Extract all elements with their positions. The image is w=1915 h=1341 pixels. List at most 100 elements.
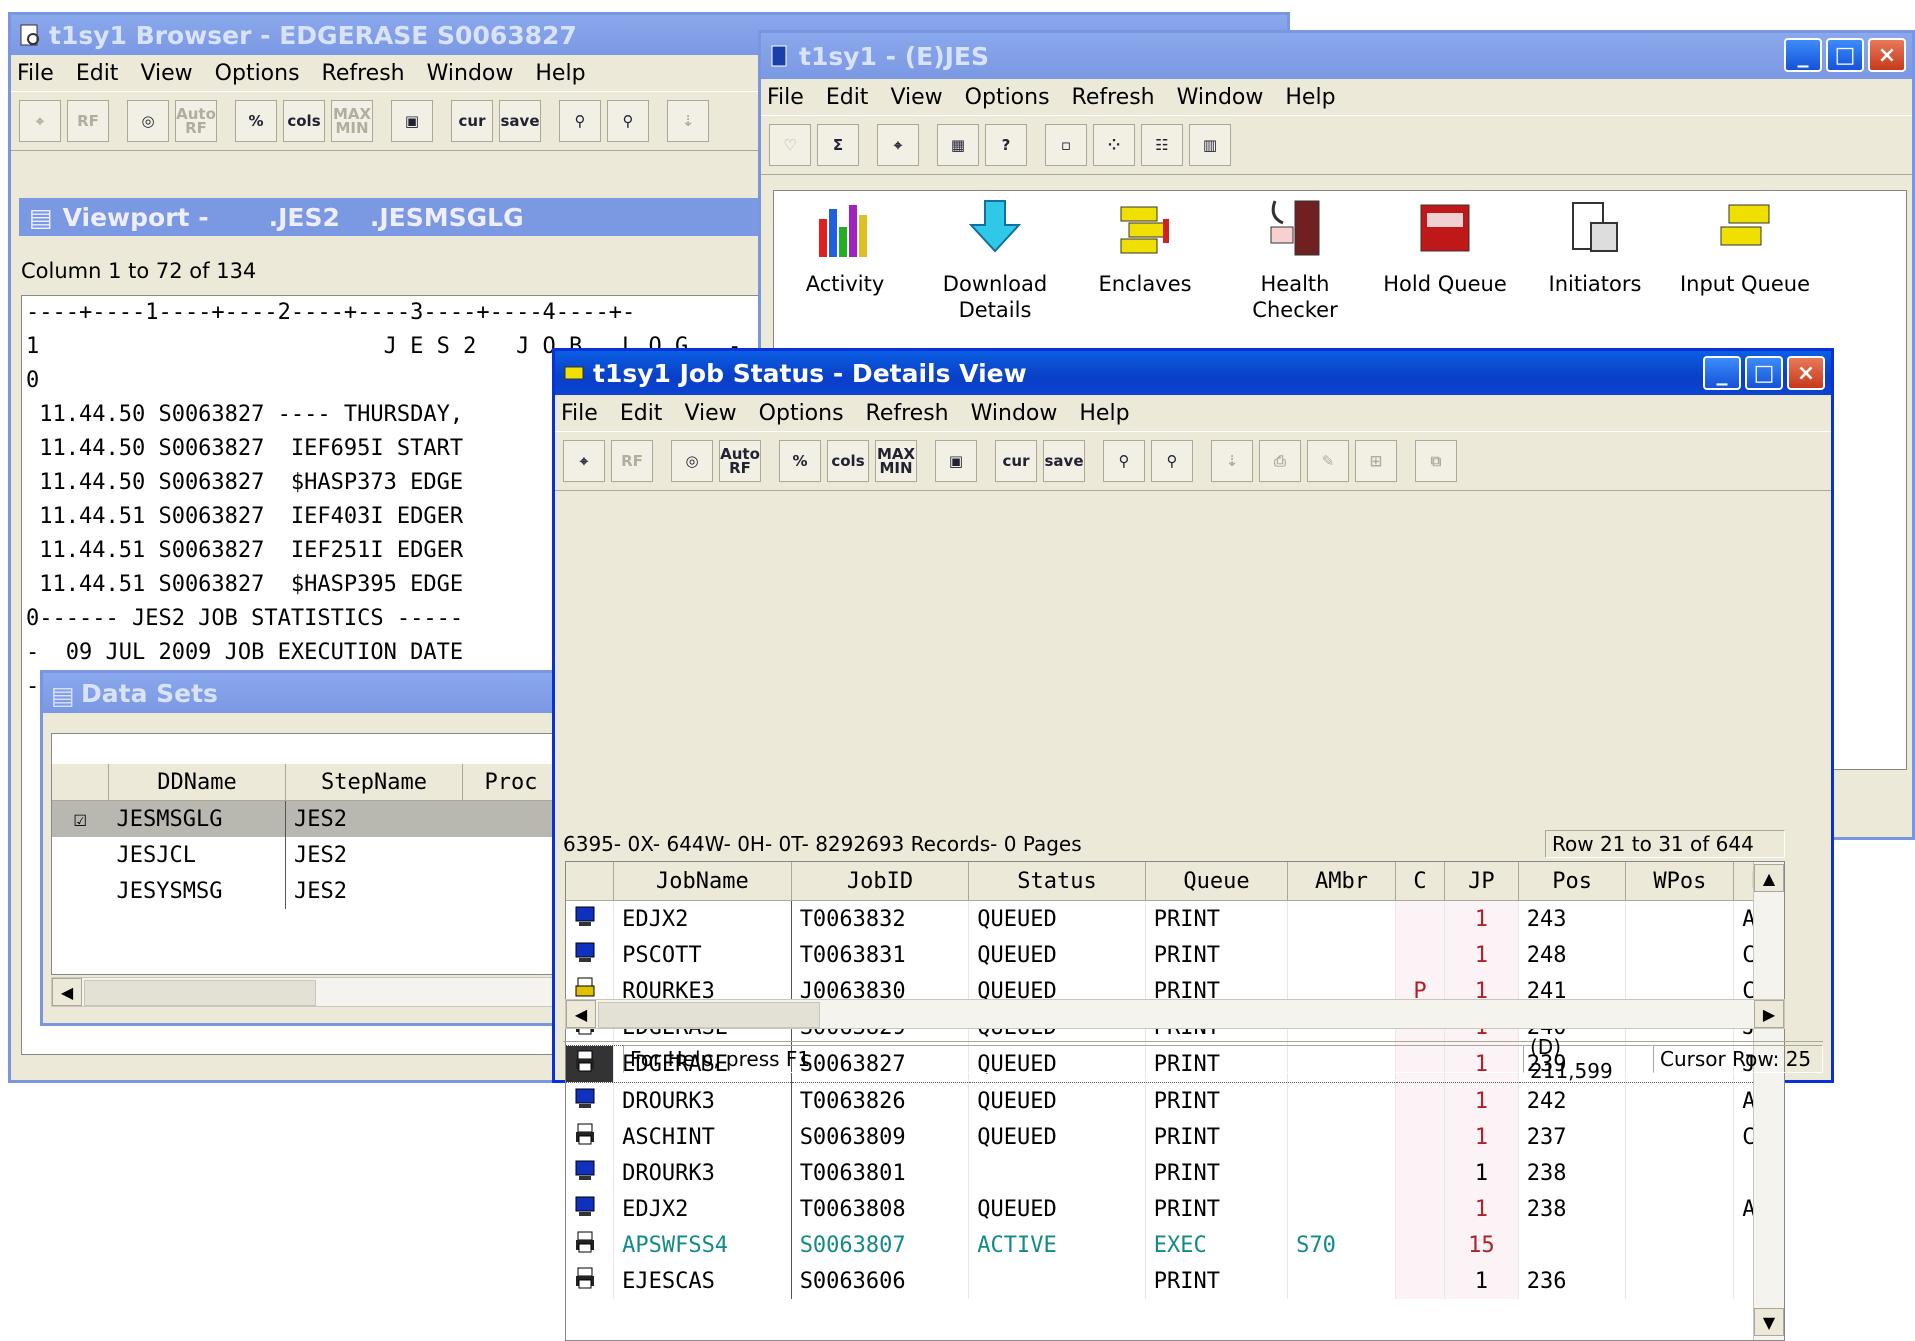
- scroll-down-arrow-icon[interactable]: ▼: [1754, 1308, 1784, 1336]
- percent-button[interactable]: %: [779, 440, 821, 482]
- menu-help[interactable]: Help: [1079, 401, 1129, 426]
- menu-view[interactable]: View: [890, 85, 942, 110]
- pin-icon[interactable]: ⌖: [563, 440, 605, 482]
- menu-refresh[interactable]: Refresh: [866, 401, 949, 426]
- jobstatus-titlebar[interactable]: t1sy1 Job Status - Details View _ □ ×: [555, 351, 1831, 395]
- menu-edit[interactable]: Edit: [620, 401, 663, 426]
- jobname-header[interactable]: JobName: [613, 862, 792, 901]
- job-row[interactable]: DROURK3T0063826QUEUEDPRINT1242AB: [566, 1082, 1784, 1119]
- dataset-row[interactable]: ☑ JESMSGLG JES2: [52, 800, 560, 838]
- save-button[interactable]: save: [1043, 440, 1085, 482]
- job-row[interactable]: ASCHINTS0063809QUEUEDPRINT1237CC: [566, 1119, 1784, 1155]
- sort-icon[interactable]: ⇣: [667, 100, 709, 142]
- menu-file[interactable]: File: [561, 401, 598, 426]
- dataset-row[interactable]: JESYSMSG JES2: [52, 873, 560, 909]
- scroll-left-arrow-icon[interactable]: ◀: [566, 1000, 596, 1028]
- jobstatus-scroll-thumb[interactable]: [598, 1002, 820, 1028]
- max-min-button[interactable]: MAX MIN: [875, 440, 917, 482]
- large-icons-icon[interactable]: ▫: [1045, 124, 1087, 166]
- dataset-row[interactable]: JESJCL JES2: [52, 837, 560, 873]
- c-header[interactable]: C: [1395, 862, 1446, 901]
- menu-file[interactable]: File: [767, 85, 804, 110]
- rf-button[interactable]: RF: [67, 100, 109, 142]
- menu-file[interactable]: File: [17, 61, 54, 86]
- save-button[interactable]: save: [499, 100, 541, 142]
- scroll-right-arrow-icon[interactable]: ▶: [1754, 1000, 1784, 1028]
- rf-button[interactable]: RF: [611, 440, 653, 482]
- cur-button[interactable]: cur: [451, 100, 493, 142]
- small-icons-icon[interactable]: ⁘: [1093, 124, 1135, 166]
- refresh-find-icon[interactable]: ◎: [671, 440, 713, 482]
- datasets-titlebar[interactable]: ▤ Data Sets: [43, 673, 567, 713]
- row-marker[interactable]: [52, 873, 109, 909]
- menu-refresh[interactable]: Refresh: [322, 61, 405, 86]
- job-row[interactable]: EDJX2T0063832QUEUEDPRINT1243AB: [566, 900, 1784, 937]
- copy-icon[interactable]: ⧉: [1415, 440, 1457, 482]
- auto-rf-button[interactable]: Auto RF: [175, 100, 217, 142]
- row-marker[interactable]: [52, 837, 109, 873]
- pin-icon[interactable]: ⌖: [19, 100, 61, 142]
- hold-queue-item[interactable]: Hold Queue: [1370, 197, 1520, 297]
- menu-window[interactable]: Window: [427, 61, 514, 86]
- ejes-maximize-button[interactable]: □: [1826, 38, 1864, 72]
- job-row[interactable]: APSWFSS4 S0063807 ACTIVE EXEC S70 15: [566, 1227, 1784, 1263]
- print-icon[interactable]: ⎙: [1259, 440, 1301, 482]
- activity-item[interactable]: Activity: [770, 197, 920, 297]
- menu-window[interactable]: Window: [1177, 85, 1264, 110]
- edit-icon[interactable]: ✎: [1307, 440, 1349, 482]
- enclaves-item[interactable]: Enclaves: [1070, 197, 1220, 297]
- pin-icon[interactable]: ⌖: [877, 124, 919, 166]
- menu-options[interactable]: Options: [965, 85, 1050, 110]
- menu-view[interactable]: View: [684, 401, 736, 426]
- jobstatus-maximize-button[interactable]: □: [1745, 356, 1783, 390]
- max-min-button[interactable]: MAX MIN: [331, 100, 373, 142]
- menu-edit[interactable]: Edit: [826, 85, 869, 110]
- initiators-item[interactable]: Initiators: [1520, 197, 1670, 297]
- percent-button[interactable]: %: [235, 100, 277, 142]
- health-checker-item[interactable]: Health Checker: [1220, 197, 1370, 323]
- scroll-up-arrow-icon[interactable]: ▲: [1754, 864, 1784, 892]
- queue-header[interactable]: Queue: [1145, 862, 1289, 901]
- ddname-header[interactable]: DDName: [108, 764, 286, 801]
- datasets-hscroll[interactable]: ◀: [51, 977, 561, 1007]
- wpos-header[interactable]: WPos: [1625, 862, 1735, 901]
- menu-options[interactable]: Options: [759, 401, 844, 426]
- refresh-find-icon[interactable]: ◎: [127, 100, 169, 142]
- find-next-icon[interactable]: ⚲: [607, 100, 649, 142]
- ejes-close-button[interactable]: ×: [1868, 38, 1906, 72]
- download-details-item[interactable]: Download Details: [920, 197, 1070, 323]
- help-icon[interactable]: ?: [985, 124, 1027, 166]
- jobstatus-hscroll[interactable]: ◀ ▶: [565, 999, 1785, 1029]
- pos-header[interactable]: Pos: [1518, 862, 1627, 901]
- ambr-header[interactable]: AMbr: [1287, 862, 1396, 901]
- jobstatus-vscroll[interactable]: ▲ ▼: [1753, 862, 1784, 1340]
- auto-rf-button[interactable]: Auto RF: [719, 440, 761, 482]
- list-view-icon[interactable]: ☷: [1141, 124, 1183, 166]
- jobstatus-minimize-button[interactable]: _: [1703, 356, 1741, 390]
- window-icon[interactable]: ▣: [935, 440, 977, 482]
- jp-header[interactable]: JP: [1444, 862, 1519, 901]
- tree-icon[interactable]: ⊞: [1355, 440, 1397, 482]
- jobstatus-window[interactable]: t1sy1 Job Status - Details View _ □ × Fi…: [552, 348, 1834, 1341]
- scroll-left-arrow-icon[interactable]: ◀: [52, 978, 82, 1006]
- menu-edit[interactable]: Edit: [76, 61, 119, 86]
- jobid-header[interactable]: JobID: [791, 862, 970, 901]
- sigma-icon[interactable]: Σ: [817, 124, 859, 166]
- ejes-titlebar[interactable]: t1sy1 - (E)JES _ □ ×: [761, 33, 1912, 79]
- menu-help[interactable]: Help: [535, 61, 585, 86]
- menu-help[interactable]: Help: [1285, 85, 1335, 110]
- checkmark-icon[interactable]: ☑: [52, 801, 109, 838]
- job-row[interactable]: EJESCAS S0063606 PRINT 1 236: [566, 1263, 1784, 1299]
- sort-icon[interactable]: ⇣: [1211, 440, 1253, 482]
- menu-refresh[interactable]: Refresh: [1072, 85, 1155, 110]
- proc-header[interactable]: Proc: [462, 764, 560, 801]
- datasets-scroll-thumb[interactable]: [84, 980, 316, 1006]
- cur-button[interactable]: cur: [995, 440, 1037, 482]
- window-icon[interactable]: ▣: [391, 100, 433, 142]
- cols-button[interactable]: cols: [827, 440, 869, 482]
- ejes-minimize-button[interactable]: _: [1784, 38, 1822, 72]
- datasets-window[interactable]: ▤ Data Sets DDName StepName Proc ☑ JESMSG…: [40, 670, 570, 1026]
- cols-button[interactable]: cols: [283, 100, 325, 142]
- job-row[interactable]: PSCOTTT0063831QUEUEDPRINT1248CC: [566, 937, 1784, 973]
- menu-view[interactable]: View: [140, 61, 192, 86]
